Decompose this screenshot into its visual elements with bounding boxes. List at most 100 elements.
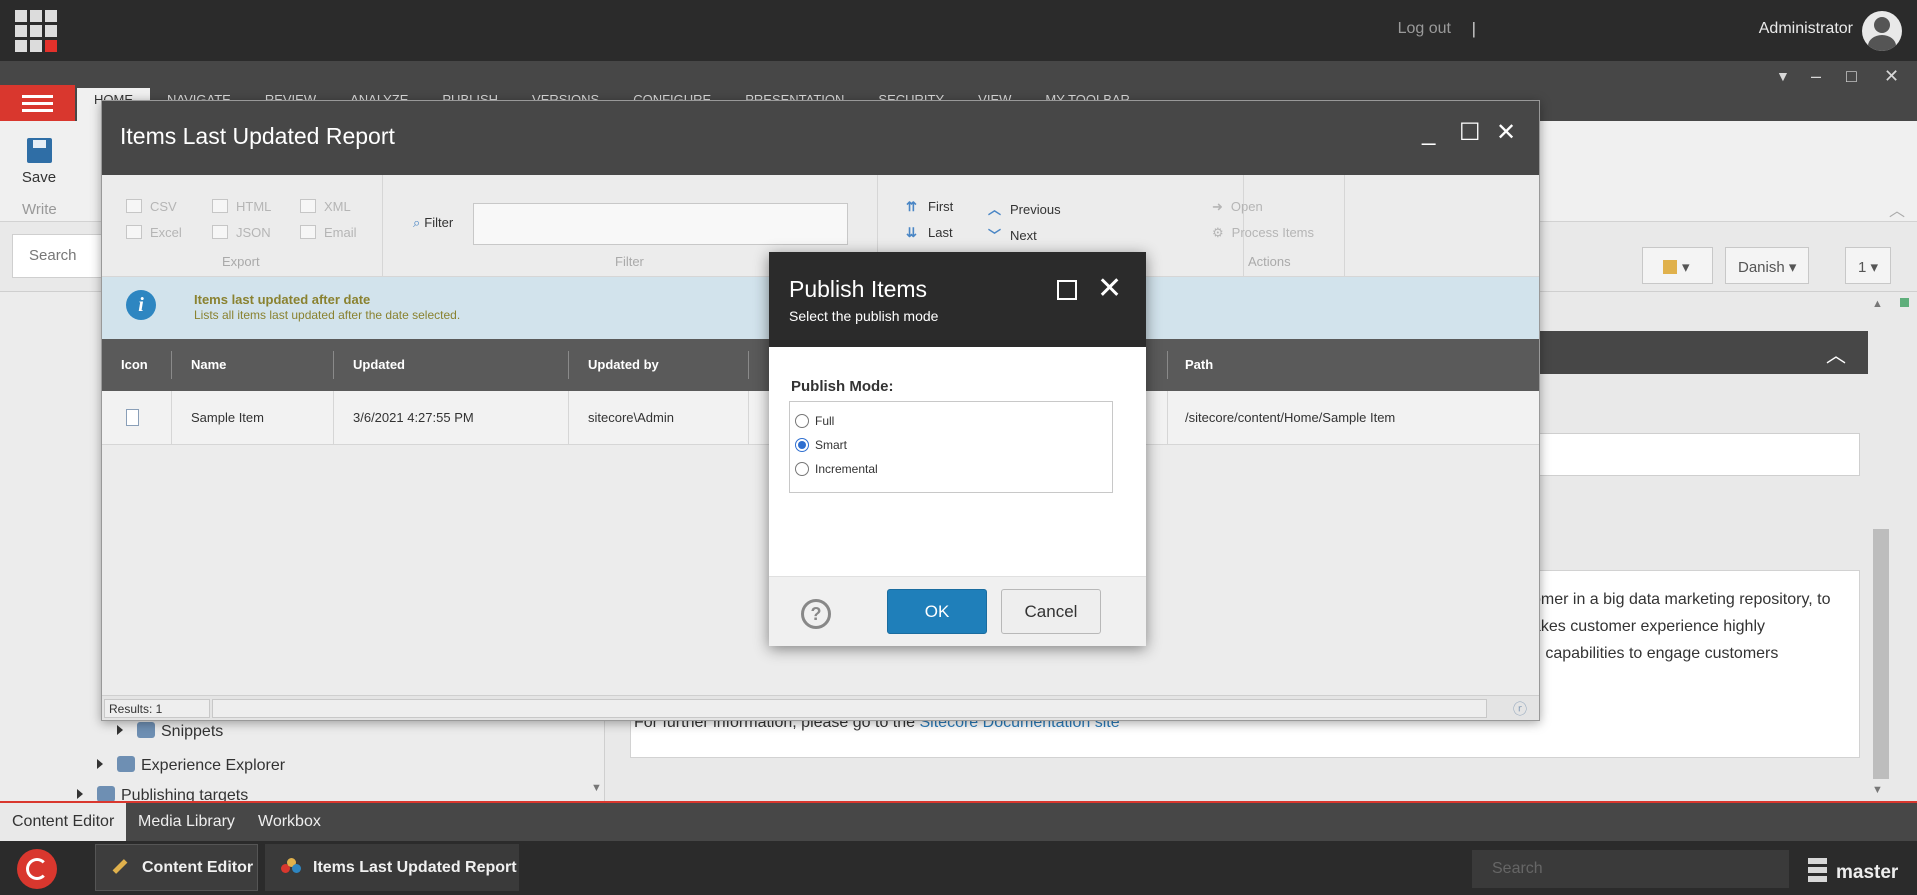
radio-full-control[interactable] [795,414,809,428]
notepad-dropdown[interactable]: ▾ [1642,247,1713,284]
content-line-2: akes customer experience highly [1532,618,1766,635]
dialog-close-icon[interactable]: ✕ [1097,274,1122,304]
open-button[interactable]: ➜ Open [1212,199,1263,215]
radio-full[interactable]: Full [795,414,834,428]
sitecore-logo-icon[interactable] [17,849,57,889]
down-arrow-icon: ﹀ [988,228,1002,243]
next-page-button[interactable]: ﹀ Next [988,225,1037,244]
hamburger-menu-icon[interactable] [0,85,75,121]
cell-updated: 3/6/2021 4:27:55 PM [353,410,474,425]
ribbon-collapse-icon[interactable]: ︿ [1889,197,1905,221]
document-icon [126,409,139,426]
last-page-button[interactable]: ⇊ Last [906,225,953,241]
bottom-tab-content-editor[interactable]: Content Editor [0,803,127,841]
save-label: Save [21,169,57,186]
content-line-3: n capabilities to engage customers [1532,645,1779,662]
column-path[interactable]: Path [1185,357,1213,372]
publishing-targets-icon [97,786,115,801]
content-scrollbar[interactable] [1873,529,1889,779]
tree-scroll-down-icon[interactable]: ▼ [591,782,602,794]
collapse-chevron-icon[interactable]: ︿ [1826,339,1846,368]
tree-item-publishing-targets[interactable]: Publishing targets [77,786,248,801]
close-icon[interactable]: ✕ [1884,66,1899,87]
maximize-icon[interactable]: □ [1846,66,1857,87]
dialog-title: Publish Items [789,276,928,302]
language-dropdown[interactable]: Danish ▾ [1725,247,1810,284]
filter-group-label: Filter [615,254,644,269]
notepad-icon [1663,260,1677,274]
database-icon [1808,858,1827,882]
actions-group-label: Actions [1248,254,1291,269]
open-icon: ➜ [1212,199,1223,214]
minimize-icon[interactable]: – [1811,66,1821,87]
version-value: 1 [1858,259,1867,276]
dropdown-chevron-icon[interactable]: ▼ [1776,68,1790,84]
filter-input[interactable] [473,203,848,245]
report-maximize-icon[interactable]: ☐ [1459,119,1481,147]
up-arrow-icon: ︿ [988,202,1002,217]
column-updated[interactable]: Updated [353,357,405,372]
bottom-tabs: Content Editor Media Library Workbox [0,801,1917,841]
tree-item-experience-explorer[interactable]: Experience Explorer [97,756,285,775]
column-name[interactable]: Name [191,357,226,372]
export-html-button[interactable]: HTML [212,199,271,214]
export-excel-button[interactable]: Excel [126,225,182,240]
report-info-title: Items last updated after date [194,292,371,307]
radio-incremental[interactable]: Incremental [795,462,878,476]
version-dropdown[interactable]: 1 ▾ [1845,247,1892,284]
content-line-1: omer in a big data marketing repository,… [1532,591,1831,608]
write-group-label: Write [22,201,57,218]
help-icon[interactable]: ? [801,599,831,629]
report-info-description: Lists all items last updated after the d… [194,308,461,322]
column-updated-by[interactable]: Updated by [588,357,659,372]
pane-scroll-up-icon[interactable]: ▲ [1872,298,1883,310]
bottom-tab-media-library[interactable]: Media Library [126,803,247,841]
previous-page-button[interactable]: ︿ Previous [988,199,1061,218]
radio-incremental-control[interactable] [795,462,809,476]
publish-items-dialog: Publish Items Select the publish mode ✕ … [769,252,1146,646]
logout-link[interactable]: Log out [1398,20,1451,38]
first-page-button[interactable]: ⇈ First [906,199,953,215]
process-icon: ⚙ [1212,225,1224,240]
experience-explorer-icon [117,756,135,772]
dialog-maximize-icon[interactable] [1057,280,1077,300]
task-items-last-updated-report[interactable]: Items Last Updated Report [265,844,519,891]
export-email-button[interactable]: Email [300,225,357,240]
export-json-button[interactable]: JSON [212,225,271,240]
taskbar-search-input[interactable]: Search [1472,850,1789,888]
search-input[interactable]: Search [12,234,107,278]
ok-button[interactable]: OK [887,589,987,634]
export-csv-button[interactable]: CSV [126,199,177,214]
pane-scroll-down-icon[interactable]: ▼ [1872,784,1883,796]
column-icon[interactable]: Icon [121,357,148,372]
field-input[interactable] [1530,433,1860,476]
report-minimize-icon[interactable]: _ [1422,119,1435,147]
html-icon [212,199,228,213]
bottom-tab-workbox[interactable]: Workbox [246,803,333,841]
save-icon [26,138,52,163]
save-button[interactable]: Save [20,138,58,186]
dialog-subtitle: Select the publish mode [789,308,939,324]
report-status-bar: Results: 1 ⓡ [102,695,1539,720]
cell-name: Sample Item [191,410,264,425]
report-title: Items Last Updated Report [120,123,395,149]
expand-arrow-icon[interactable] [117,725,123,735]
radio-smart-control[interactable] [795,438,809,452]
process-items-button[interactable]: ⚙ Process Items [1212,225,1314,241]
avatar[interactable] [1862,11,1902,51]
task-content-editor[interactable]: Content Editor [95,844,258,891]
expand-arrow-icon[interactable] [97,759,103,769]
pencil-icon [112,859,128,874]
cancel-button[interactable]: Cancel [1001,589,1101,634]
database-selector[interactable]: master [1808,858,1898,884]
tree-item-snippets[interactable]: Snippets [117,722,223,741]
json-icon [212,225,228,239]
expand-arrow-icon[interactable] [77,789,83,799]
radio-smart[interactable]: Smart [795,438,847,452]
report-close-icon[interactable]: ✕ [1496,119,1516,147]
export-xml-button[interactable]: XML [300,199,351,214]
taskbar: Content Editor Items Last Updated Report… [0,841,1917,895]
username[interactable]: Administrator [1759,20,1853,38]
app-launcher-icon[interactable] [15,10,57,52]
filter-label: ⌕ Filter [413,215,454,230]
